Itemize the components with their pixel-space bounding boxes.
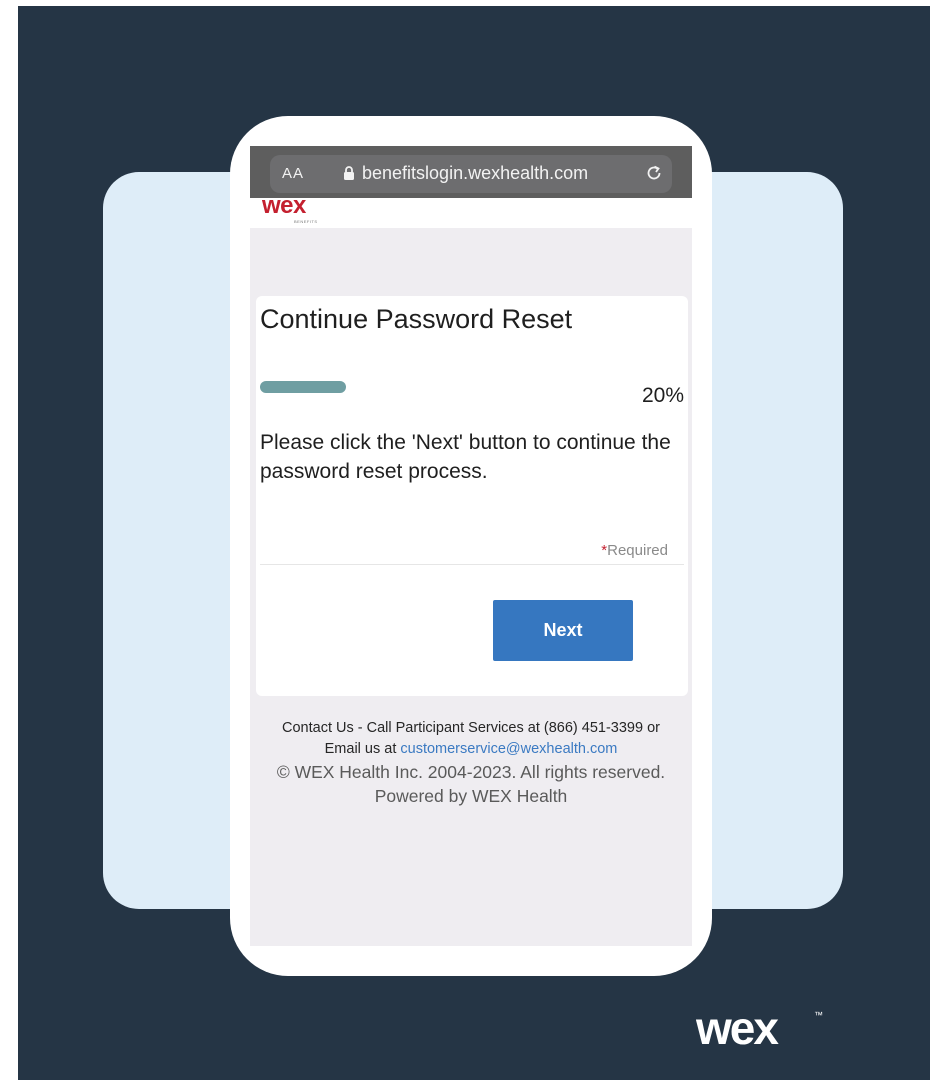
- next-button[interactable]: Next: [493, 600, 633, 661]
- divider: [260, 564, 684, 565]
- browser-address-bar: AA benefitslogin.wexhealth.com: [250, 146, 692, 198]
- reload-icon[interactable]: [644, 163, 664, 183]
- progress-percentage: 20%: [641, 384, 684, 407]
- site-logo-subtext: BENEFITS: [294, 219, 318, 224]
- text-size-button[interactable]: AA: [282, 165, 304, 182]
- password-reset-card: Continue Password Reset 20% Please click…: [256, 296, 688, 696]
- url-field[interactable]: AA benefitslogin.wexhealth.com: [270, 155, 672, 193]
- trademark-symbol: ™: [814, 1010, 823, 1020]
- wex-logo: wex ™: [696, 1004, 823, 1054]
- email-link[interactable]: customerservice@wexhealth.com: [400, 741, 617, 757]
- instruction-text: Please click the 'Next' button to contin…: [260, 431, 671, 483]
- contact-text: Contact Us - Call Participant Services a…: [282, 720, 660, 736]
- copyright-text: © WEX Health Inc. 2004-2023. All rights …: [276, 762, 666, 782]
- progress-bar: [260, 381, 346, 393]
- wex-logo-text: wex: [696, 1004, 779, 1054]
- required-note: *Required: [601, 542, 668, 559]
- site-logo[interactable]: wex: [262, 194, 306, 218]
- phone-screen: AA benefitslogin.wexhealth.com wex BENEF…: [250, 146, 692, 946]
- page-title: Continue Password Reset: [260, 304, 573, 334]
- url-text: benefitslogin.wexhealth.com: [362, 163, 589, 183]
- site-header: wex BENEFITS: [250, 194, 692, 228]
- powered-by-text: Powered by WEX Health: [374, 786, 568, 806]
- email-prefix: Email us at: [324, 741, 401, 757]
- footer: Contact Us - Call Participant Services a…: [250, 718, 692, 808]
- email-line: Email us at customerservice@wexhealth.co…: [250, 739, 692, 760]
- required-label: Required: [607, 542, 668, 559]
- lock-icon: [344, 166, 354, 180]
- phone-frame: AA benefitslogin.wexhealth.com wex BENEF…: [230, 116, 712, 976]
